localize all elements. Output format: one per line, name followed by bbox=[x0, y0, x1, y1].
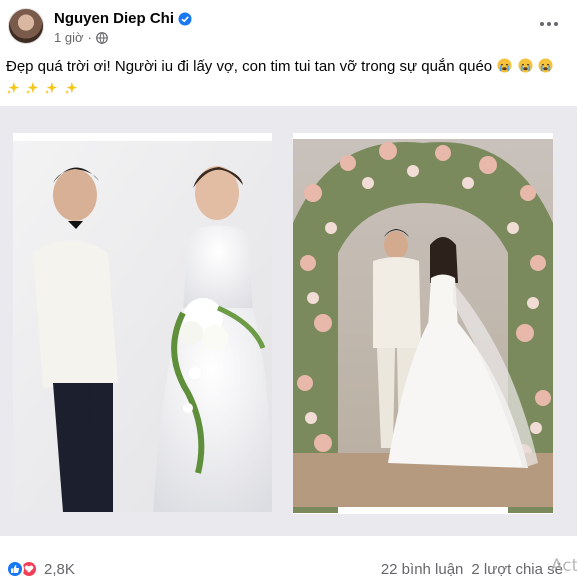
post-caption: Đẹp quá trời ơi! Người iu đi lấy vợ, con… bbox=[6, 56, 566, 100]
post-header: Nguyen Diep Chi 1 giờ · bbox=[8, 8, 569, 52]
crying-face-emoji bbox=[517, 58, 537, 75]
like-reaction-icon bbox=[6, 560, 24, 578]
avatar[interactable] bbox=[8, 8, 44, 44]
wedding-photo-studio[interactable] bbox=[13, 133, 272, 512]
sparkles-emoji bbox=[25, 80, 44, 97]
facebook-post: Nguyen Diep Chi 1 giờ · Đẹp quá trời ơi!… bbox=[0, 0, 577, 585]
post-footer: 2,8K 22 bình luận 2 lượt chia sẻ Acti bbox=[0, 556, 577, 585]
post-timestamp[interactable]: 1 giờ bbox=[54, 30, 84, 45]
activate-windows-watermark: Acti bbox=[550, 556, 577, 576]
verified-badge-icon bbox=[178, 12, 192, 26]
post-meta: 1 giờ · bbox=[54, 30, 108, 45]
sparkles-emoji bbox=[44, 80, 63, 97]
crying-face-emoji bbox=[537, 58, 553, 75]
reaction-count: 2,8K bbox=[44, 560, 75, 578]
share-count-link[interactable]: 2 lượt chia sẻ bbox=[471, 561, 563, 578]
reactions-summary[interactable]: 2,8K bbox=[6, 560, 75, 578]
wedding-photo-flower-arch[interactable] bbox=[293, 133, 553, 514]
caption-text: Đẹp quá trời ơi! Người iu đi lấy vợ, con… bbox=[6, 58, 493, 75]
crying-face-emoji bbox=[496, 58, 516, 75]
engagement-stats: 22 bình luận 2 lượt chia sẻ bbox=[381, 561, 563, 578]
author-name[interactable]: Nguyen Diep Chi bbox=[54, 10, 174, 27]
more-options-icon[interactable] bbox=[537, 14, 561, 34]
globe-icon[interactable] bbox=[95, 31, 108, 44]
author-line: Nguyen Diep Chi bbox=[54, 10, 192, 27]
sparkles-emoji bbox=[64, 80, 79, 97]
post-media bbox=[0, 106, 577, 536]
meta-separator: · bbox=[87, 30, 92, 45]
sparkles-emoji bbox=[6, 80, 25, 97]
comment-count-link[interactable]: 22 bình luận bbox=[381, 561, 464, 578]
